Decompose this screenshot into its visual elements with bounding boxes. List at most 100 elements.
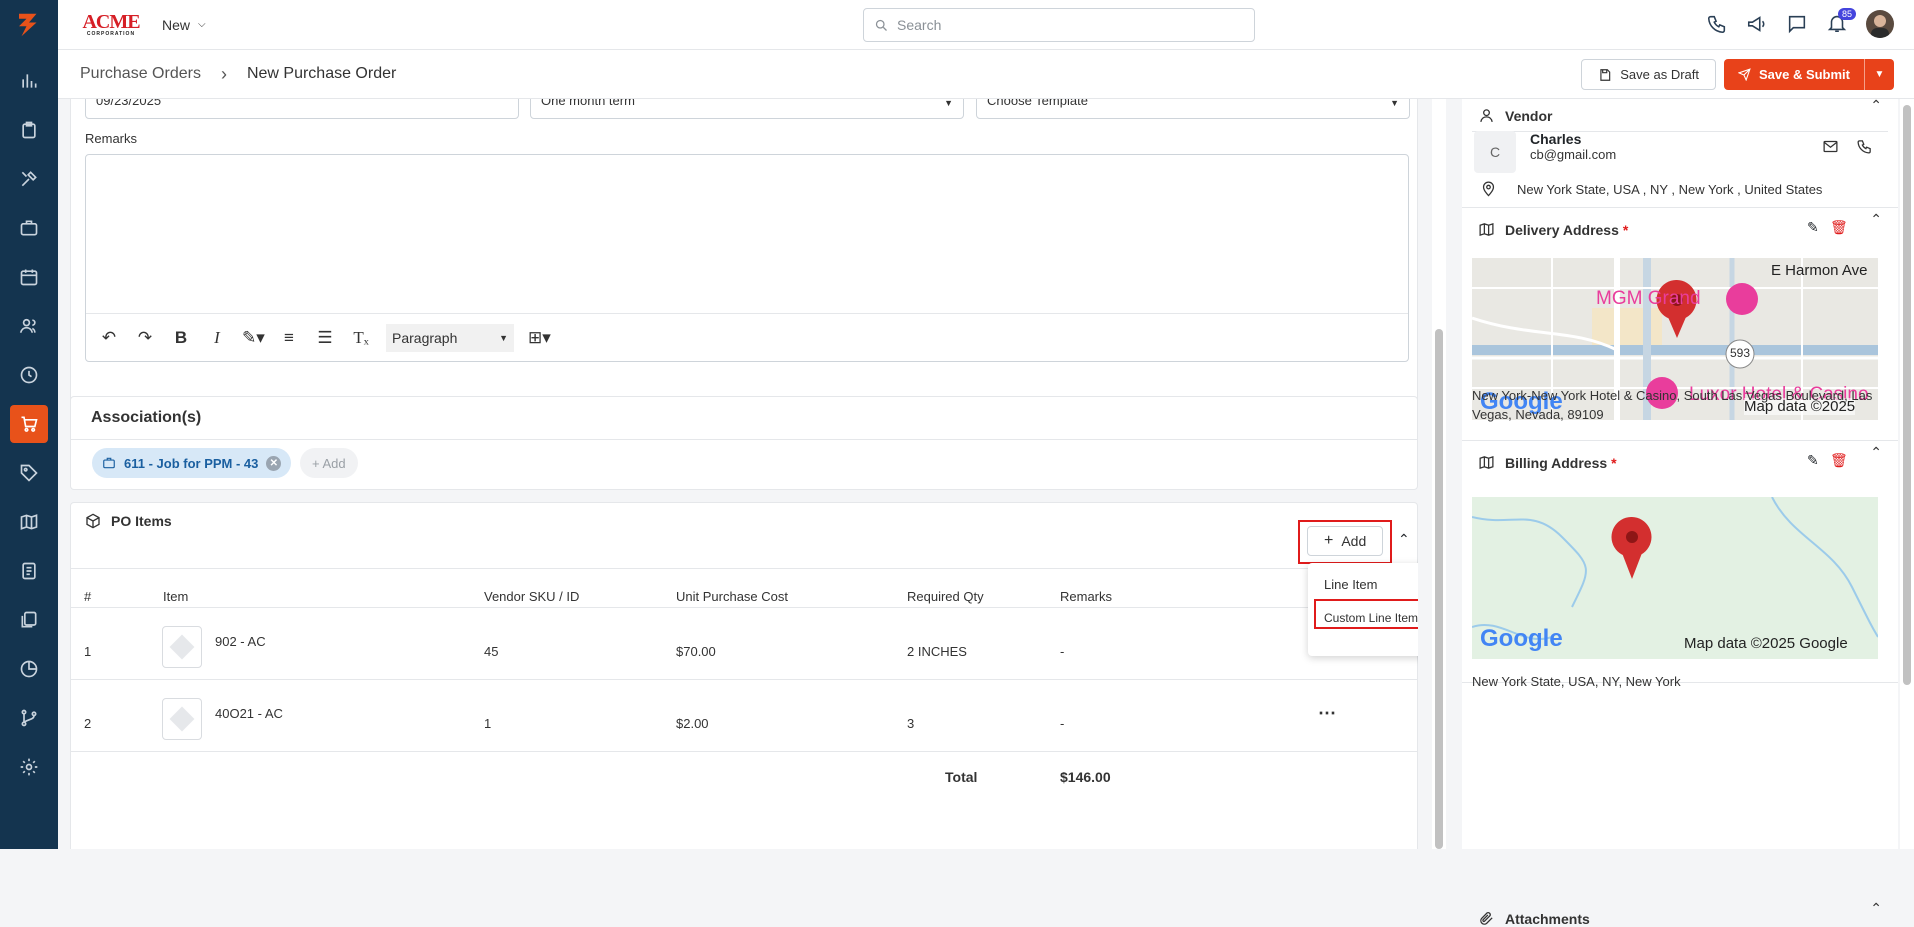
- association-chip-label: 611 - Job for PPM - 43: [124, 455, 259, 471]
- remarks-editor[interactable]: ↶ ↷ B I ✎▾ ≡ ☰ Tₓ Paragraph ▼ ⊞▾: [85, 154, 1409, 362]
- highlight-box-custom: [1314, 599, 1418, 629]
- user-avatar[interactable]: [1866, 10, 1894, 38]
- phone-icon[interactable]: [1856, 138, 1873, 155]
- numbered-list-icon[interactable]: ☰: [314, 328, 336, 348]
- notification-count-badge: 85: [1837, 7, 1856, 20]
- dashboard-icon[interactable]: [10, 62, 48, 100]
- delivery-address-text: New York-New York Hotel & Casino, South …: [1472, 388, 1873, 422]
- breadcrumb-root-link[interactable]: Purchase Orders: [80, 65, 201, 83]
- map-icon: [1479, 455, 1494, 470]
- term-select[interactable]: One month term ▼: [530, 99, 964, 119]
- users-icon[interactable]: [10, 307, 48, 345]
- notifications-button[interactable]: 85: [1826, 7, 1856, 37]
- table-icon[interactable]: ⊞▾: [528, 328, 551, 348]
- more-actions-icon[interactable]: ⋯: [1318, 703, 1337, 724]
- documents-icon[interactable]: [10, 601, 48, 639]
- bold-icon[interactable]: B: [170, 328, 192, 348]
- calendar-icon[interactable]: [10, 258, 48, 296]
- chevron-down-icon: ▼: [1874, 69, 1885, 80]
- po-items-card: [70, 502, 1418, 849]
- map-icon: [1479, 222, 1494, 237]
- add-association-label: + Add: [312, 455, 346, 471]
- save-submit-button[interactable]: Save & Submit: [1723, 59, 1864, 90]
- cart-icon[interactable]: [10, 405, 48, 443]
- collapse-icon[interactable]: ⌃: [1870, 444, 1882, 461]
- main-content: 09/23/2025 One month term ▼ Choose Templa…: [58, 99, 1418, 849]
- collapse-icon[interactable]: ⌃: [1870, 900, 1882, 917]
- edit-icon[interactable]: ✎: [1807, 452, 1819, 469]
- menu-line-item[interactable]: Line Item: [1324, 577, 1377, 592]
- item-thumbnail: [162, 626, 202, 668]
- unit-cost: $70.00: [676, 644, 716, 659]
- delete-icon[interactable]: 🗑: [1830, 219, 1848, 236]
- redo-icon[interactable]: ↷: [134, 328, 156, 348]
- clear-format-icon[interactable]: Tₓ: [350, 328, 372, 348]
- location-pin-icon: [1482, 181, 1495, 197]
- search-placeholder: Search: [897, 17, 942, 33]
- chevron-down-icon: ▼: [1390, 99, 1399, 108]
- page-title: New Purchase Order: [246, 65, 397, 82]
- required-qty: 3: [907, 716, 915, 731]
- briefcase-icon[interactable]: [10, 209, 48, 247]
- tag-icon[interactable]: [10, 454, 48, 492]
- logo-text: ACME: [82, 10, 140, 33]
- italic-icon[interactable]: I: [206, 328, 228, 348]
- assets-icon[interactable]: [10, 111, 48, 149]
- reports-icon[interactable]: [10, 650, 48, 688]
- billing-map[interactable]: Google Map data ©2025 Google: [1472, 497, 1878, 659]
- vendor-section: Vendor ⌃ C Charles cb@gmail.com New York…: [1462, 97, 1898, 208]
- settings-icon[interactable]: [10, 748, 48, 786]
- collapse-icon[interactable]: ⌃: [1870, 211, 1882, 228]
- new-label: New: [162, 16, 191, 33]
- row-number: 2: [84, 716, 92, 731]
- clock-icon[interactable]: [10, 356, 48, 394]
- paragraph-label: Paragraph: [392, 329, 458, 346]
- association-chip[interactable]: 611 - Job for PPM - 43 ✕: [92, 448, 292, 478]
- col-unit-cost: Unit Purchase Cost: [676, 589, 788, 604]
- right-scrollbar[interactable]: [1900, 99, 1914, 849]
- search-input[interactable]: Search: [863, 8, 1255, 42]
- required-qty: 2 INCHES: [907, 644, 967, 659]
- breadcrumb: Purchase Orders › New Purchase Order: [80, 64, 396, 85]
- company-logo[interactable]: ACME CORPORATION: [80, 11, 142, 39]
- logo-subtext: CORPORATION: [86, 30, 136, 37]
- chevron-down-icon: ▼: [499, 332, 508, 343]
- bullet-list-icon[interactable]: ≡: [278, 328, 300, 348]
- mail-icon[interactable]: [1822, 138, 1839, 155]
- paragraph-select[interactable]: Paragraph ▼: [386, 323, 514, 352]
- tools-icon[interactable]: [10, 160, 48, 198]
- app-logo[interactable]: [0, 0, 58, 50]
- collapse-icon[interactable]: ⌃: [1398, 531, 1410, 548]
- chevron-right-icon: ›: [220, 63, 227, 84]
- phone-settings-icon[interactable]: [1706, 13, 1728, 35]
- required-marker: *: [1611, 454, 1617, 471]
- save-draft-label: Save as Draft: [1620, 67, 1699, 82]
- undo-icon[interactable]: ↶: [98, 328, 120, 348]
- associations-title: Association(s): [91, 409, 202, 426]
- item-name[interactable]: 902 - AC: [215, 634, 266, 649]
- row-number: 1: [84, 644, 92, 659]
- vendor-name[interactable]: Charles: [1530, 131, 1581, 147]
- save-draft-button[interactable]: Save as Draft: [1581, 59, 1716, 90]
- workflow-icon[interactable]: [10, 699, 48, 737]
- collapse-icon[interactable]: ⌃: [1870, 97, 1882, 114]
- edit-icon[interactable]: ✎: [1807, 219, 1819, 236]
- chat-icon[interactable]: [1786, 13, 1808, 35]
- invoice-icon[interactable]: [10, 552, 48, 590]
- delete-icon[interactable]: 🗑: [1830, 452, 1848, 469]
- unit-cost: $2.00: [676, 716, 709, 731]
- main-scrollbar[interactable]: [1432, 99, 1446, 849]
- new-dropdown[interactable]: New ⌵: [162, 17, 206, 33]
- search-icon: [875, 19, 887, 31]
- vendor-sku: 1: [484, 716, 492, 731]
- item-name[interactable]: 40O21 - AC: [215, 706, 283, 721]
- template-select[interactable]: Choose Template ▼: [976, 99, 1410, 119]
- remove-chip-icon[interactable]: ✕: [266, 455, 282, 471]
- megaphone-icon[interactable]: [1746, 13, 1768, 35]
- map-icon[interactable]: [10, 503, 48, 541]
- delivery-title: Delivery Address: [1505, 221, 1619, 238]
- date-field[interactable]: 09/23/2025: [85, 99, 519, 119]
- add-association-button[interactable]: + Add: [300, 448, 358, 478]
- highlight-icon[interactable]: ✎▾: [242, 328, 265, 348]
- submit-options-button[interactable]: ▼: [1864, 59, 1894, 90]
